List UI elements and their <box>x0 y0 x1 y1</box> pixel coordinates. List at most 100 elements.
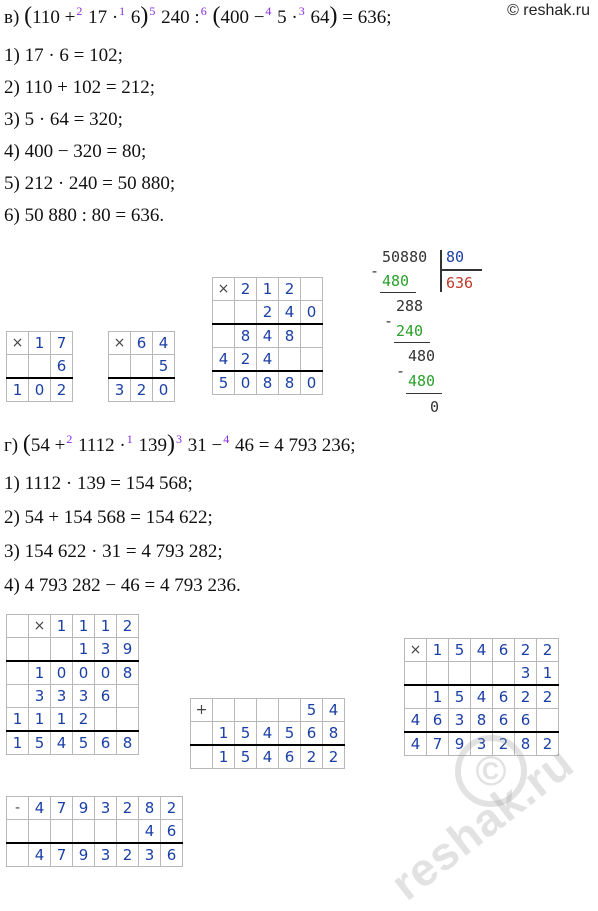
quotient: 636 <box>446 274 474 292</box>
grid-cell: 0 <box>28 377 51 402</box>
grid-cell: 6 <box>160 819 183 844</box>
grid-cell: 8 <box>278 323 301 348</box>
grid-cell <box>404 684 427 709</box>
grid-cell: 4 <box>28 842 51 867</box>
grid-cell: 2 <box>256 300 279 325</box>
grid-cell <box>492 661 515 686</box>
grid-table: × 1 7 6 1 0 2 <box>6 331 73 402</box>
grid-cell: 1 <box>6 377 29 402</box>
grid-cell: × <box>212 277 235 301</box>
grid-cell: 4 <box>50 730 73 755</box>
grid-cell: 2 <box>130 377 153 402</box>
grid-cell: 6 <box>492 684 515 709</box>
grid-cell <box>94 707 117 732</box>
grid-cell: 2 <box>514 638 537 662</box>
grid-cell <box>300 277 323 301</box>
grid-cell: 7 <box>426 731 449 756</box>
grid-cell: 1 <box>72 614 95 638</box>
grid-add-54-154568: +5 4 1 5 4 5 6 8 1 5 4 6 2 2 <box>190 698 345 769</box>
remainder-2: 480 <box>408 347 436 365</box>
grid-cell: × <box>108 331 131 355</box>
grid-cell <box>212 323 235 348</box>
grid-cell <box>6 684 29 708</box>
grid-cell: 0 <box>300 370 323 395</box>
grid-cell <box>6 637 29 662</box>
step-g-3: 3) 154 622 · 31 = 4 793 282; <box>4 541 223 562</box>
grid-cell: 9 <box>72 842 95 867</box>
grid-cell: 3 <box>94 842 117 867</box>
grid-cell <box>426 661 449 686</box>
grid-cell: 4 <box>152 331 175 355</box>
grid-cell: 3 <box>28 684 51 708</box>
grid-cell <box>278 347 301 372</box>
grid-cell: 5 <box>72 730 95 755</box>
grid-cell <box>50 819 73 844</box>
grid-cell: 1 <box>212 744 235 769</box>
grid-cell <box>234 300 257 325</box>
grid-cell: 2 <box>116 796 139 820</box>
grid-cell <box>256 698 279 722</box>
grid-cell: 2 <box>116 842 139 867</box>
grid-cell: 5 <box>448 684 471 709</box>
grid-cell: 1 <box>94 614 117 638</box>
grid-cell <box>278 698 301 722</box>
grid-cell: 5 <box>28 730 51 755</box>
grid-cell: 2 <box>300 744 323 769</box>
grid-cell: 1 <box>28 660 51 685</box>
grid-cell <box>116 684 139 708</box>
grid-row: 6 <box>6 354 73 379</box>
grid-cell <box>6 819 29 844</box>
grid-cell: 1 <box>426 638 449 662</box>
grid-cell: 2 <box>514 684 537 709</box>
grid-cell: 8 <box>116 730 139 755</box>
grid-row: 154568 <box>6 730 139 755</box>
grid-cell: × <box>404 638 427 662</box>
grid-cell: 5 <box>234 721 257 746</box>
grid-cell: 4 <box>138 819 161 844</box>
grid-cell: 0 <box>50 660 73 685</box>
grid-cell: 4 <box>470 684 493 709</box>
grid-row: × 6 4 <box>108 331 175 355</box>
grid-cell: 8 <box>278 370 301 395</box>
grid-cell: 1 <box>256 277 279 301</box>
grid-cell: 8 <box>256 370 279 395</box>
grid-multiply-212x240: × 2 1 2 2 4 0 8 4 8 4 2 4 5 0 8 8 0 <box>212 277 323 395</box>
grid-cell <box>448 661 471 686</box>
grid-cell: 4 <box>278 300 301 325</box>
grid-cell <box>116 707 139 732</box>
grid-cell: 0 <box>152 377 175 402</box>
grid-cell: 8 <box>234 323 257 348</box>
step-v-4: 4) 400 − 320 = 80; <box>4 141 147 162</box>
grid-cell: 5 <box>234 744 257 769</box>
subtrahend-3: 480 <box>408 372 436 390</box>
grid-cell: 4 <box>256 744 279 769</box>
grid-cell <box>6 842 29 867</box>
grid-cell <box>190 721 213 746</box>
grid-row: 102 <box>6 377 73 402</box>
grid-row: 154622 <box>190 744 345 769</box>
grid-table: × 6 4 5 3 2 0 <box>108 331 175 402</box>
grid-cell: × <box>6 331 29 355</box>
grid-cell: 8 <box>116 660 139 685</box>
grid-cell: 4 <box>212 347 235 372</box>
grid-cell <box>28 819 51 844</box>
grid-cell: 5 <box>278 721 301 746</box>
part-label: в) <box>4 7 20 28</box>
expression-v: в) (110 +2 17 ·1 6)5 240 :6 (400 −4 5 ·3… <box>4 3 392 29</box>
grid-multiply-17x6: × 1 7 6 1 0 2 <box>6 331 73 402</box>
grid-row: 139 <box>6 637 139 662</box>
grid-cell: 6 <box>160 842 183 867</box>
grid-cell: 8 <box>470 708 493 733</box>
grid-cell: 5 <box>152 354 175 379</box>
grid-cell <box>108 354 131 379</box>
grid-cell <box>470 661 493 686</box>
grid-multiply-1112x139: × 1 1 1 2 1 3 9 1 0 0 0 8 3 3 3 6 1 1 1 2 1 5 4 5 6 8 <box>6 614 139 755</box>
grid-row: 320 <box>108 377 175 402</box>
grid-cell: 6 <box>94 730 117 755</box>
grid-cell: 3 <box>50 684 73 708</box>
grid-cell <box>536 708 559 733</box>
grid-cell: 5 <box>448 638 471 662</box>
step-g-2: 2) 54 + 154 568 = 154 622; <box>4 507 213 528</box>
grid-cell <box>6 354 29 379</box>
grid-cell: 2 <box>536 638 559 662</box>
